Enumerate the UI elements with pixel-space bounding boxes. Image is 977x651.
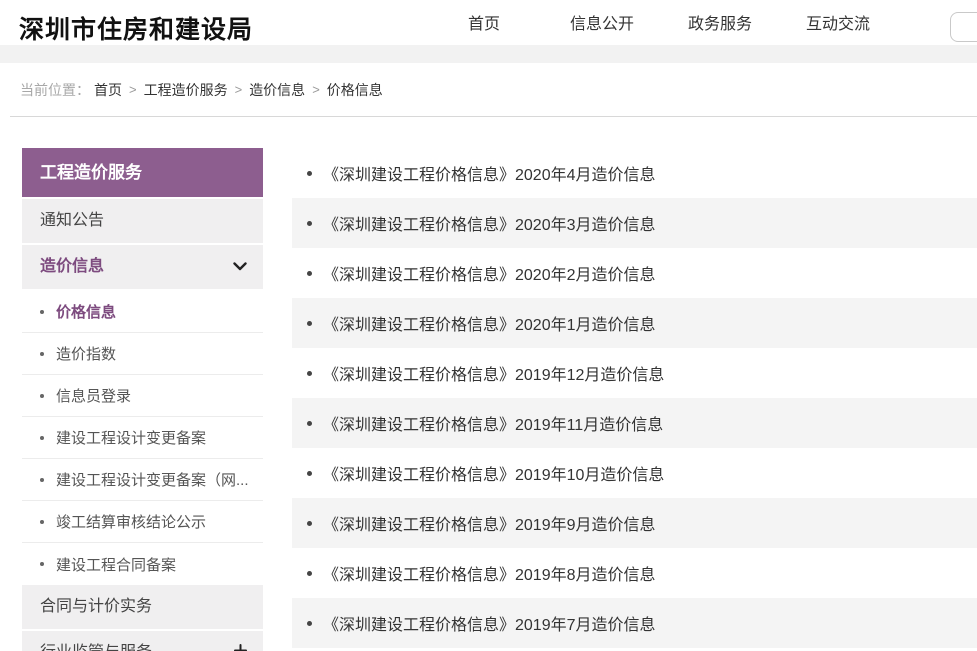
bullet-icon [307,471,312,476]
breadcrumb-separator: > [235,82,243,97]
breadcrumb: 当前位置： 首页 > 工程造价服务 > 造价信息 > 价格信息 [20,63,977,116]
bullet-icon [307,271,312,276]
header-divider-band [0,45,977,63]
price-info-link-2019-12[interactable]: 《深圳建设工程价格信息》2019年12月造价信息 [323,361,664,385]
breadcrumb-label: 当前位置： [20,80,90,100]
price-info-link-2019-09[interactable]: 《深圳建设工程价格信息》2019年9月造价信息 [323,511,656,535]
price-info-link-2019-11[interactable]: 《深圳建设工程价格信息》2019年11月造价信息 [323,411,663,435]
price-info-link-2020-03[interactable]: 《深圳建设工程价格信息》2020年3月造价信息 [323,211,656,235]
plus-icon [234,631,247,651]
bullet-icon [307,521,312,526]
breadcrumb-separator: > [312,82,320,97]
sidebar: 工程造价服务 通知公告 造价信息 价格信息 造价指数 信息员登录 [22,148,263,651]
sidebar-subitem-informant-login[interactable]: 信息员登录 [22,375,263,417]
bullet-icon [40,310,44,314]
list-item: 《深圳建设工程价格信息》2020年1月造价信息 [292,298,977,348]
bullet-icon [40,520,44,524]
bullet-icon [40,562,44,566]
bullet-icon [307,221,312,226]
sidebar-submenu: 价格信息 造价指数 信息员登录 建设工程设计变更备案 建设工程设计变更备案（网.… [22,291,263,585]
page: 深圳市住房和建设局 首页 信息公开 政务服务 互动交流 当前位置： 首页 > 工… [0,0,977,651]
content-divider [10,116,977,117]
sidebar-subitem-design-change-record-online[interactable]: 建设工程设计变更备案（网... [22,459,263,501]
breadcrumb-home[interactable]: 首页 [94,80,122,100]
sidebar-subitem-settlement-audit-publicity[interactable]: 竣工结算审核结论公示 [22,501,263,543]
sidebar-subitem-label: 建设工程设计变更备案 [56,427,206,448]
sidebar-item-industry-supervision[interactable]: 行业监管与服务 [22,631,263,651]
search-input[interactable] [950,12,977,42]
bullet-icon [40,436,44,440]
sidebar-subitem-label: 建设工程合同备案 [56,554,176,575]
breadcrumb-cost-info[interactable]: 造价信息 [249,80,305,100]
price-info-link-2019-10[interactable]: 《深圳建设工程价格信息》2019年10月造价信息 [323,461,664,485]
sidebar-subitem-label: 造价指数 [56,343,116,364]
list-item: 《深圳建设工程价格信息》2019年10月造价信息 [292,448,977,498]
list-item: 《深圳建设工程价格信息》2019年9月造价信息 [292,498,977,548]
sidebar-item-label: 通知公告 [40,212,104,229]
price-info-link-2020-01[interactable]: 《深圳建设工程价格信息》2020年1月造价信息 [323,311,656,335]
sidebar-subitem-contract-record[interactable]: 建设工程合同备案 [22,543,263,585]
bullet-icon [40,352,44,356]
breadcrumb-engineering-cost[interactable]: 工程造价服务 [144,80,228,100]
sidebar-item-notices[interactable]: 通知公告 [22,199,263,243]
bullet-icon [307,621,312,626]
bullet-icon [307,371,312,376]
list-item: 《深圳建设工程价格信息》2019年7月造价信息 [292,598,977,648]
sidebar-subitem-label: 竣工结算审核结论公示 [56,511,206,532]
list-item: 《深圳建设工程价格信息》2020年2月造价信息 [292,248,977,298]
site-header: 深圳市住房和建设局 首页 信息公开 政务服务 互动交流 [0,0,977,48]
chevron-down-icon [233,245,247,289]
price-info-link-2019-07[interactable]: 《深圳建设工程价格信息》2019年7月造价信息 [323,611,656,635]
nav-item-info-disclosure[interactable]: 信息公开 [543,0,661,48]
sidebar-item-label: 合同与计价实务 [40,598,152,615]
site-title: 深圳市住房和建设局 [19,10,253,46]
bullet-icon [307,321,312,326]
bullet-icon [40,478,44,482]
list-item: 《深圳建设工程价格信息》2020年3月造价信息 [292,198,977,248]
bullet-icon [307,171,312,176]
list-item: 《深圳建设工程价格信息》2019年12月造价信息 [292,348,977,398]
sidebar-subitem-label: 建设工程设计变更备案（网... [56,469,249,490]
bullet-icon [40,394,44,398]
sidebar-item-contract-pricing-practice[interactable]: 合同与计价实务 [22,585,263,629]
sidebar-title: 工程造价服务 [22,148,263,197]
price-info-link-2020-04[interactable]: 《深圳建设工程价格信息》2020年4月造价信息 [323,161,656,185]
price-info-link-2019-08[interactable]: 《深圳建设工程价格信息》2019年8月造价信息 [323,561,656,585]
list-item: 《深圳建设工程价格信息》2019年11月造价信息 [292,398,977,448]
sidebar-item-label: 造价信息 [40,258,104,275]
sidebar-subitem-design-change-record[interactable]: 建设工程设计变更备案 [22,417,263,459]
sidebar-item-cost-info[interactable]: 造价信息 [22,245,263,289]
nav-item-gov-services[interactable]: 政务服务 [661,0,779,48]
bullet-icon [307,421,312,426]
breadcrumb-price-info[interactable]: 价格信息 [327,80,383,100]
sidebar-subitem-cost-index[interactable]: 造价指数 [22,333,263,375]
nav-item-interaction[interactable]: 互动交流 [779,0,897,48]
nav-item-home[interactable]: 首页 [425,0,543,48]
sidebar-subitem-label: 信息员登录 [56,385,131,406]
bullet-icon [307,571,312,576]
sidebar-subitem-label: 价格信息 [56,301,116,322]
top-nav: 首页 信息公开 政务服务 互动交流 [425,0,897,48]
sidebar-subitem-price-info[interactable]: 价格信息 [22,291,263,333]
price-info-list: 《深圳建设工程价格信息》2020年4月造价信息 《深圳建设工程价格信息》2020… [292,148,977,648]
list-item: 《深圳建设工程价格信息》2019年8月造价信息 [292,548,977,598]
breadcrumb-separator: > [129,82,137,97]
list-item: 《深圳建设工程价格信息》2020年4月造价信息 [292,148,977,198]
price-info-link-2020-02[interactable]: 《深圳建设工程价格信息》2020年2月造价信息 [323,261,656,285]
sidebar-item-label: 行业监管与服务 [40,644,152,651]
